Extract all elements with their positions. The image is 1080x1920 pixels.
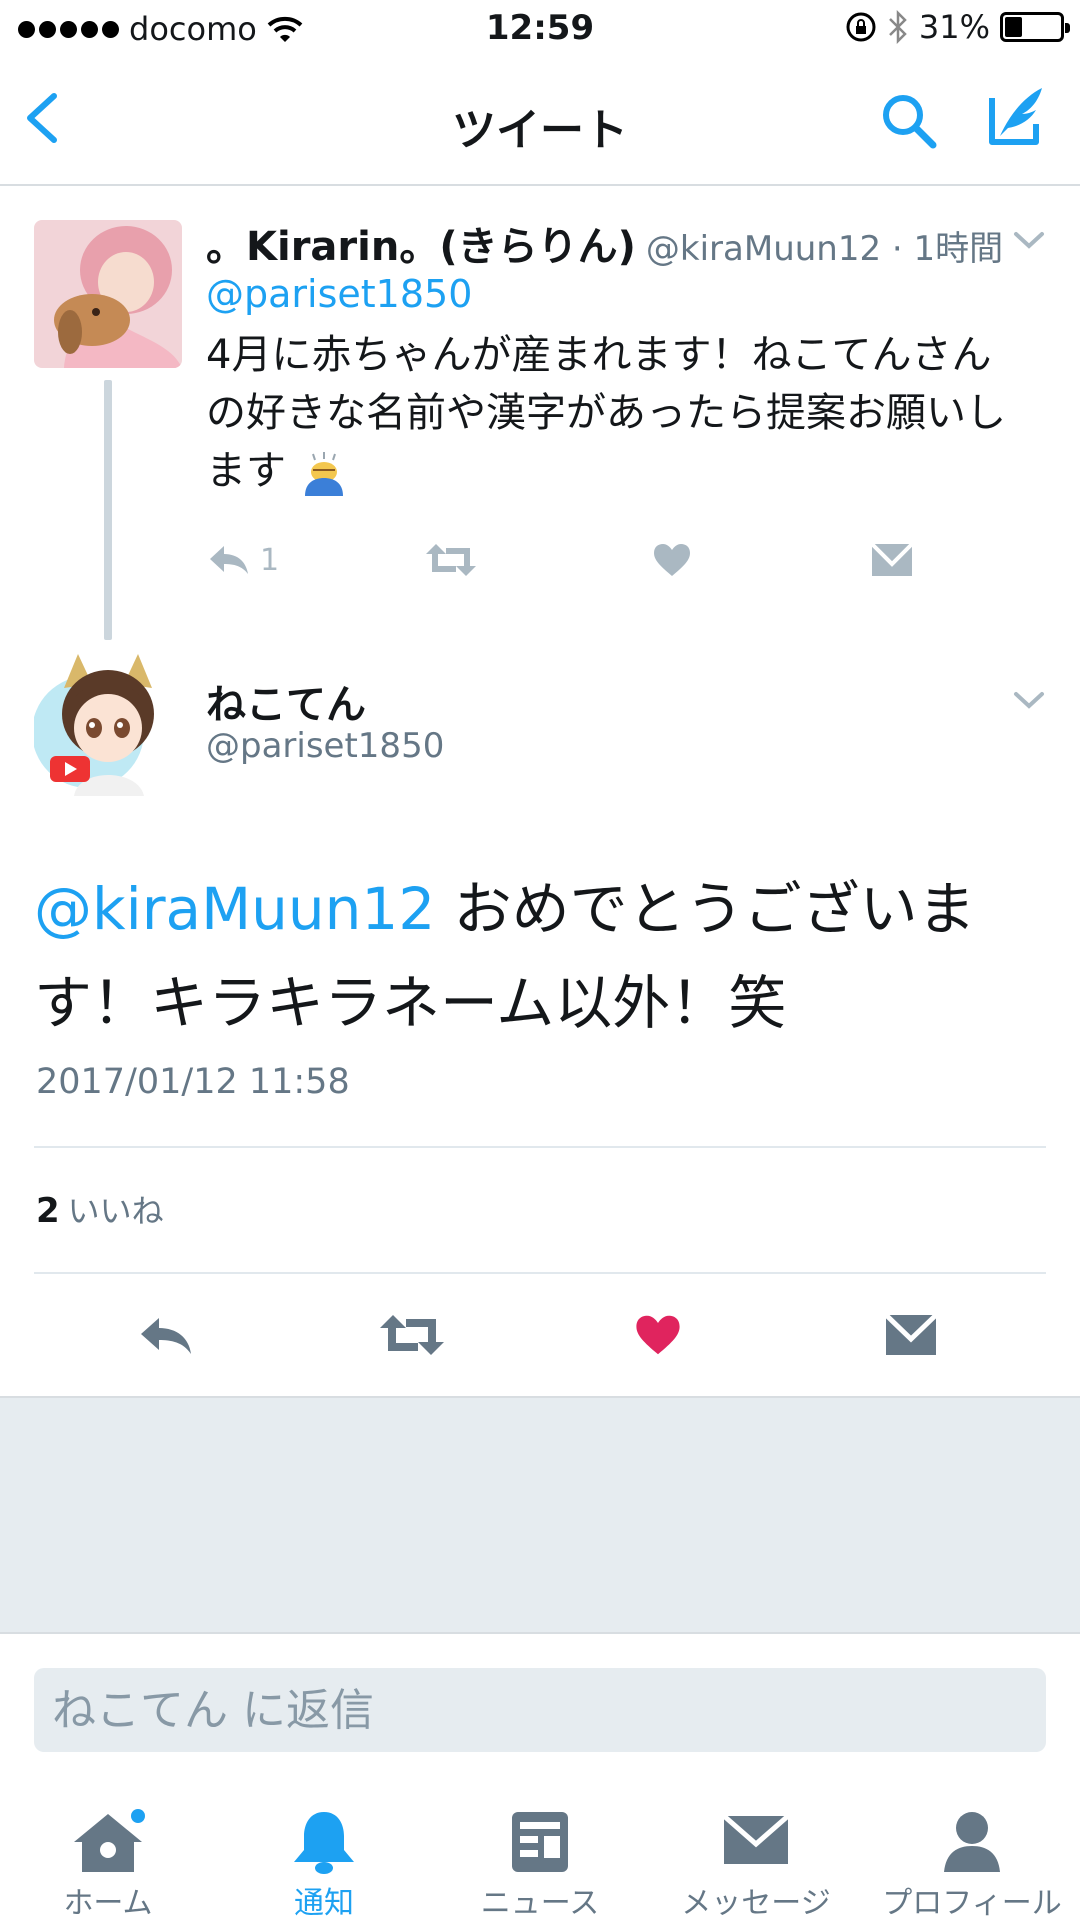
like-filled-icon	[636, 1315, 680, 1355]
compose-icon[interactable]	[986, 84, 1048, 148]
parent-dm-button[interactable]	[870, 535, 914, 585]
battery-icon	[1000, 12, 1070, 42]
like-count: 2	[36, 1191, 60, 1231]
parent-tweet-actions: 1	[206, 535, 946, 585]
tab-profile-label: プロフィール	[882, 1886, 1062, 1920]
retweet-icon	[380, 1315, 444, 1355]
nav-bar: ツイート	[0, 60, 1080, 186]
battery-fill	[1005, 17, 1022, 37]
main-tweet-text: @kiraMuun12 おめでとうございます！キラキラネーム以外！笑	[34, 862, 1044, 1050]
parent-like-button[interactable]	[652, 535, 692, 585]
reply-icon	[141, 1318, 191, 1354]
like-icon	[654, 544, 690, 576]
thread-line	[104, 380, 112, 640]
main-mention-link[interactable]: @kiraMuun12	[34, 875, 435, 943]
divider	[34, 1146, 1046, 1148]
tab-home[interactable]: ホーム	[0, 1772, 216, 1920]
reply-input[interactable]	[34, 1668, 1046, 1752]
parent-reply-button[interactable]: 1	[206, 535, 279, 585]
tab-home-label: ホーム	[63, 1886, 153, 1920]
tab-profile[interactable]: プロフィール	[864, 1772, 1080, 1920]
tab-messages-label: メッセージ	[681, 1886, 831, 1920]
parent-author-name[interactable]: 。Kirarin。(きらりん)	[206, 224, 636, 270]
like-label: いいね	[67, 1192, 164, 1230]
empty-replies-area	[0, 1396, 1080, 1632]
home-icon	[74, 1809, 145, 1872]
tab-news-label: ニュース	[480, 1886, 600, 1920]
status-bar: docomo 12:59 31%	[0, 0, 1080, 60]
direct-message-icon	[870, 542, 914, 576]
chevron-down-icon[interactable]	[1012, 688, 1046, 712]
main-tweet-actions	[0, 1302, 1080, 1368]
notification-bell-icon	[294, 1812, 354, 1874]
tweet-timestamp: 2017/01/12 11:58	[36, 1062, 350, 1102]
tab-notifications-label: 通知	[294, 1886, 354, 1920]
status-right: 31%	[845, 8, 1070, 46]
parent-handle-time: @kiraMuun12 · 1時間	[645, 229, 1004, 269]
likes-row[interactable]: 2 いいね	[36, 1186, 164, 1232]
parent-mention-link[interactable]: @pariset1850	[206, 272, 472, 316]
main-author-name[interactable]: ねこてん	[206, 672, 366, 730]
bluetooth-icon	[888, 10, 907, 44]
parent-reply-count: 1	[260, 542, 280, 578]
parent-tweet-text: 4月に赤ちゃんが産まれます！ねこてんさんの好きな名前や漢字があったら提案お願いし…	[206, 326, 1026, 500]
messages-icon	[722, 1814, 790, 1864]
tab-notifications[interactable]: 通知	[216, 1772, 432, 1920]
chevron-down-icon[interactable]	[1012, 228, 1046, 252]
divider	[34, 1272, 1046, 1274]
tab-bar: ホーム 通知 ニュース メッセージ プロフィール	[0, 1772, 1080, 1920]
profile-icon	[944, 1812, 1000, 1872]
retweet-icon	[426, 544, 476, 576]
like-button[interactable]	[628, 1302, 688, 1368]
rotation-lock-icon	[846, 12, 876, 42]
reply-bar	[0, 1632, 1080, 1772]
direct-message-icon	[884, 1313, 938, 1355]
battery-percent: 31%	[918, 8, 990, 46]
search-icon[interactable]	[878, 90, 938, 150]
direct-message-button[interactable]	[878, 1302, 944, 1368]
reply-button[interactable]	[130, 1302, 200, 1368]
bowing-person-emoji-icon	[304, 452, 343, 496]
main-author-handle[interactable]: @pariset1850	[206, 726, 444, 766]
avatar[interactable]	[34, 648, 182, 796]
tab-news[interactable]: ニュース	[432, 1772, 648, 1920]
news-icon	[512, 1812, 568, 1872]
parent-tweet-header: 。Kirarin。(きらりん) @kiraMuun12 · 1時間	[206, 214, 1006, 272]
reply-icon	[210, 546, 248, 574]
tab-messages[interactable]: メッセージ	[648, 1772, 864, 1920]
avatar[interactable]	[34, 220, 182, 368]
parent-retweet-button[interactable]	[424, 535, 478, 585]
retweet-button[interactable]	[376, 1302, 448, 1368]
